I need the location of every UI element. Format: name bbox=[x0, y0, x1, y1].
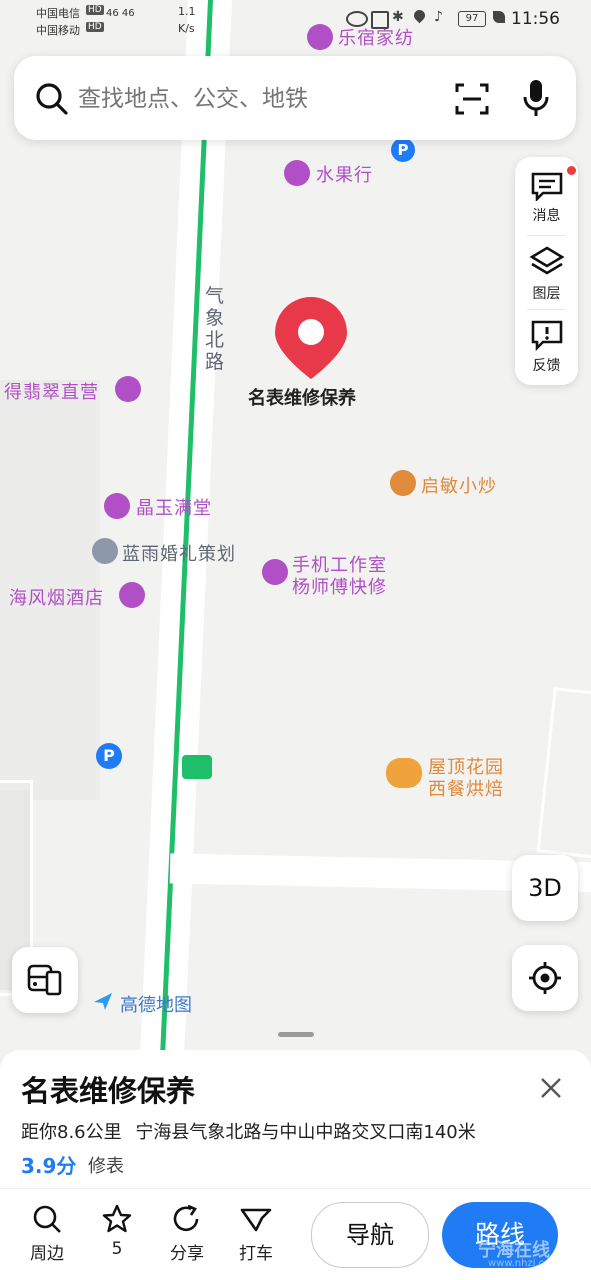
divider bbox=[527, 235, 566, 236]
signal-icon: 46 46 bbox=[106, 8, 135, 19]
amap-logo-icon bbox=[92, 990, 114, 1012]
nearby-button[interactable]: 周边 bbox=[17, 1204, 77, 1264]
close-icon[interactable] bbox=[540, 1077, 562, 1099]
carrier-2: 中国移动 bbox=[36, 24, 80, 37]
taxi-label: 打车 bbox=[239, 1244, 273, 1264]
hd-badge: HD bbox=[86, 22, 104, 32]
share-button[interactable]: 分享 bbox=[157, 1204, 217, 1264]
poi-label[interactable]: 启敏小炒 bbox=[421, 472, 497, 498]
bluetooth-icon: ✱ bbox=[392, 9, 404, 25]
share-icon bbox=[173, 1204, 199, 1232]
sheet-drag-handle[interactable] bbox=[278, 1032, 314, 1037]
star-icon bbox=[102, 1204, 132, 1233]
poi-label[interactable]: 得翡翠直营 bbox=[4, 378, 99, 404]
layers-button[interactable]: 图层 bbox=[515, 245, 578, 303]
amap-logo-text: 高德地图 bbox=[120, 995, 192, 1016]
map-tools-panel: 消息 图层 反馈 bbox=[515, 157, 578, 385]
locate-icon bbox=[529, 962, 561, 994]
network-speed-unit: K/s bbox=[178, 22, 195, 35]
poi-label[interactable]: 晶玉满堂 bbox=[136, 494, 212, 520]
parking-icon[interactable]: P bbox=[96, 743, 122, 769]
layers-icon bbox=[528, 246, 565, 275]
carrier-1: 中国电信 bbox=[36, 7, 80, 20]
battery-icon: 97 bbox=[458, 11, 486, 27]
poi-label[interactable]: 蓝雨婚礼策划 bbox=[122, 540, 236, 566]
poi-shop-icon[interactable] bbox=[104, 493, 130, 519]
taxi-icon bbox=[240, 1208, 272, 1232]
poi-shop-icon[interactable] bbox=[284, 160, 310, 186]
feedback-icon bbox=[531, 320, 562, 352]
selected-location-pin-icon[interactable] bbox=[273, 295, 349, 381]
locate-me-button[interactable] bbox=[512, 945, 578, 1011]
microphone-icon[interactable] bbox=[522, 78, 550, 118]
place-title: 名表维修保养 bbox=[21, 1074, 196, 1108]
road-name-label: 气象北路 bbox=[205, 285, 225, 373]
poi-label[interactable]: 杨师傅快修 bbox=[292, 573, 387, 599]
place-address: 宁海县气象北路与中山中路交叉口南140米 bbox=[135, 1122, 476, 1143]
share-label: 分享 bbox=[170, 1244, 204, 1264]
3d-label: 3D bbox=[528, 874, 562, 902]
3d-toggle-button[interactable]: 3D bbox=[512, 855, 578, 921]
poi-shop-icon[interactable] bbox=[262, 559, 288, 585]
favorite-count: 5 bbox=[111, 1239, 123, 1259]
search-input[interactable] bbox=[76, 78, 440, 120]
poi-label[interactable]: 水果行 bbox=[316, 161, 373, 187]
nfc-icon bbox=[371, 11, 389, 29]
place-rating: 3.9分 bbox=[21, 1154, 77, 1178]
search-bar[interactable] bbox=[14, 56, 576, 140]
poi-shop-icon[interactable] bbox=[115, 376, 141, 402]
message-icon bbox=[531, 172, 562, 203]
poi-restaurant-icon[interactable] bbox=[390, 470, 416, 496]
selected-place-label: 名表维修保养 bbox=[248, 388, 356, 409]
bus-stop-icon[interactable] bbox=[182, 755, 212, 779]
network-speed-value: 1.1 bbox=[178, 5, 196, 18]
eye-icon bbox=[346, 11, 368, 27]
poi-generic-pin-icon[interactable] bbox=[92, 538, 118, 564]
feedback-label: 反馈 bbox=[532, 358, 561, 374]
place-distance-address: 距你8.6公里 宁海县气象北路与中山中路交叉口南140米 bbox=[21, 1118, 476, 1144]
status-bar: 中国电信 中国移动 HD HD 46 46 1.1 K/s ✱ ♪ 97 11:… bbox=[0, 0, 591, 44]
bus-phone-icon bbox=[27, 964, 62, 996]
map-canvas[interactable]: 气象北路 名表维修保养 乐宿家纺 水果行 P 得翡翠直营 启敏小炒 晶玉满堂 蓝… bbox=[0, 0, 591, 1050]
feedback-button[interactable]: 反馈 bbox=[515, 319, 578, 375]
divider bbox=[0, 1188, 591, 1189]
poi-shop-icon[interactable] bbox=[119, 582, 145, 608]
scan-icon[interactable] bbox=[454, 82, 490, 116]
hd-badge: HD bbox=[86, 5, 104, 15]
taxi-button[interactable]: 打车 bbox=[226, 1204, 286, 1264]
transit-mode-button[interactable] bbox=[12, 947, 78, 1013]
messages-label: 消息 bbox=[532, 208, 561, 224]
poi-label[interactable]: 西餐烘焙 bbox=[428, 775, 504, 801]
leaf-icon bbox=[493, 11, 505, 23]
search-icon bbox=[36, 83, 68, 115]
messages-button[interactable]: 消息 bbox=[515, 171, 578, 225]
layers-label: 图层 bbox=[532, 286, 561, 302]
navigate-button[interactable]: 导航 bbox=[311, 1202, 429, 1268]
watermark-url: www.nhzj.com bbox=[488, 1258, 561, 1269]
search-nearby-icon bbox=[33, 1205, 61, 1233]
parking-icon[interactable]: P bbox=[391, 138, 415, 162]
nearby-label: 周边 bbox=[30, 1244, 64, 1264]
clock: 11:56 bbox=[511, 9, 560, 29]
place-distance: 距你8.6公里 bbox=[21, 1122, 122, 1143]
mute-bell-icon: ♪ bbox=[434, 9, 443, 25]
favorite-button[interactable]: 5 bbox=[87, 1204, 147, 1259]
divider bbox=[527, 309, 566, 310]
poi-cake-icon[interactable] bbox=[386, 758, 422, 788]
building-outline bbox=[536, 687, 591, 859]
place-category: 修表 bbox=[88, 1156, 124, 1177]
location-icon bbox=[411, 7, 428, 24]
poi-label[interactable]: 海风烟酒店 bbox=[9, 584, 104, 610]
